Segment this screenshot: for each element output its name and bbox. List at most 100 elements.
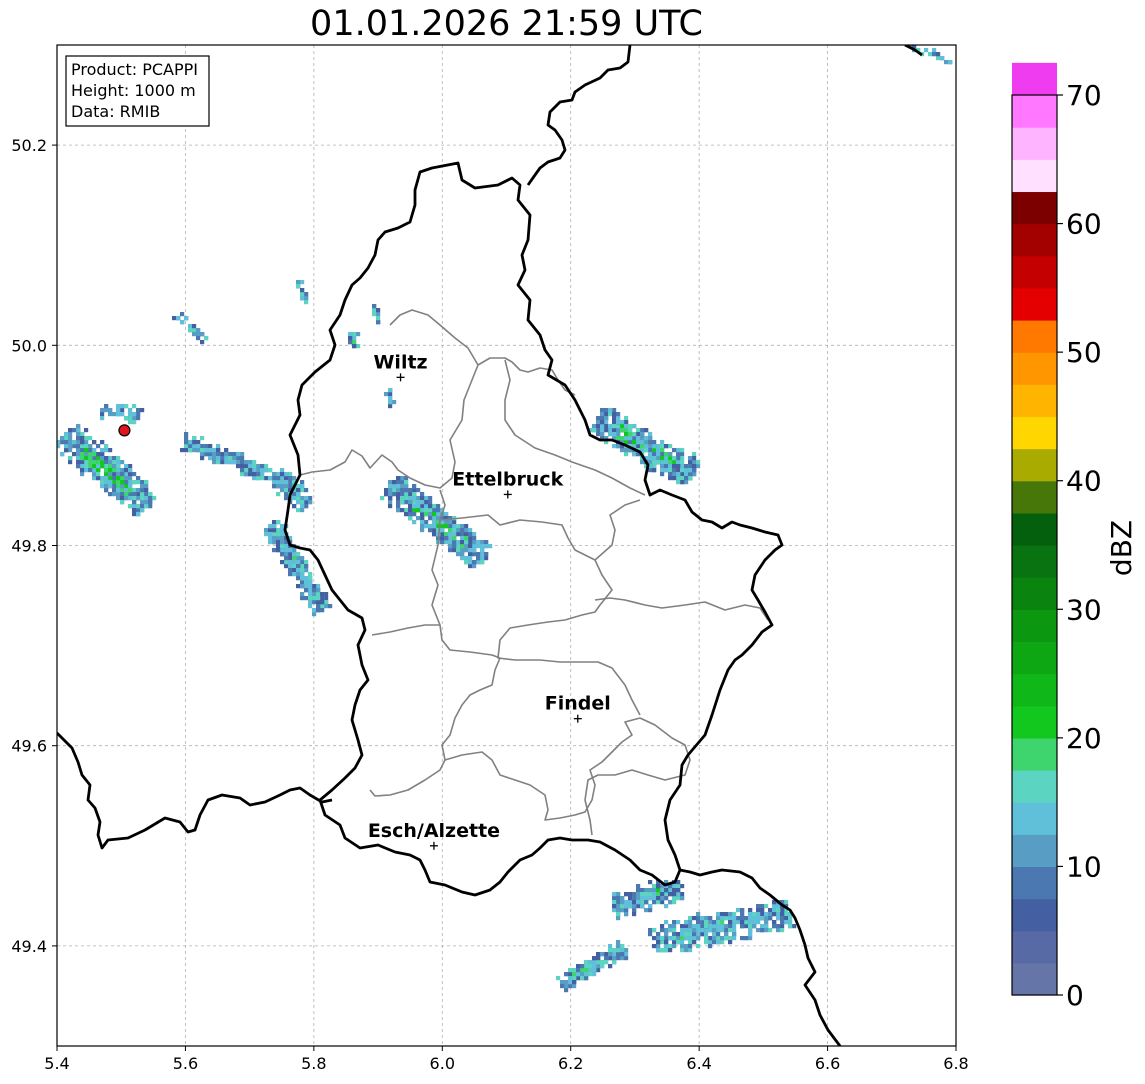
echo-pixel bbox=[316, 600, 321, 605]
echo-pixel bbox=[124, 468, 129, 473]
echo-pixel bbox=[664, 888, 669, 893]
echo-pixel bbox=[688, 940, 693, 945]
echo-pixel bbox=[408, 516, 413, 521]
echo-pixel bbox=[144, 488, 149, 493]
echo-pixel bbox=[112, 464, 117, 469]
echo-pixel bbox=[52, 444, 56, 448]
echo-pixel bbox=[464, 536, 469, 541]
echo-pixel bbox=[560, 984, 565, 989]
echo-pixel bbox=[416, 496, 421, 501]
echo-pixel bbox=[688, 476, 693, 481]
echo-pixel bbox=[388, 400, 393, 405]
echo-pixel bbox=[656, 900, 661, 905]
echo-pixel bbox=[468, 544, 473, 549]
echo-pixel bbox=[256, 464, 261, 469]
echo-pixel bbox=[672, 936, 677, 941]
echo-pixel bbox=[480, 548, 485, 553]
echo-pixel bbox=[300, 508, 305, 513]
echo-pixel bbox=[608, 412, 613, 417]
echo-pixel bbox=[484, 540, 489, 545]
echo-pixel bbox=[780, 928, 785, 933]
echo-pixel bbox=[436, 508, 441, 513]
echo-pixel bbox=[184, 440, 189, 445]
echo-pixel bbox=[412, 500, 417, 505]
echo-pixel bbox=[472, 548, 477, 553]
echo-pixel bbox=[404, 480, 409, 485]
echo-pixel bbox=[460, 548, 465, 553]
echo-pixel bbox=[100, 480, 105, 485]
echo-pixel bbox=[700, 924, 705, 929]
echo-pixel bbox=[128, 412, 133, 417]
echo-pixel bbox=[628, 436, 633, 441]
echo-pixel bbox=[296, 564, 301, 569]
echo-pixel bbox=[460, 556, 465, 561]
echo-pixel bbox=[376, 316, 381, 321]
echo-pixel bbox=[128, 480, 133, 485]
city-label: Wiltz bbox=[373, 351, 427, 373]
echo-pixel bbox=[392, 480, 397, 485]
echo-pixel bbox=[680, 940, 685, 945]
echo-pixel bbox=[284, 492, 289, 497]
echo-pixel bbox=[416, 500, 421, 505]
echo-pixel bbox=[196, 440, 201, 445]
colorbar-swatch bbox=[1012, 159, 1057, 193]
colorbar-tick-label: 0 bbox=[1066, 979, 1084, 1012]
echo-pixel bbox=[208, 444, 213, 449]
echo-pixel bbox=[764, 924, 769, 929]
echo-pixel bbox=[572, 972, 577, 977]
echo-pixel bbox=[456, 552, 461, 557]
echo-pixel bbox=[632, 436, 637, 441]
echo-pixel bbox=[676, 468, 681, 473]
echo-pixel bbox=[672, 892, 677, 897]
echo-pixel bbox=[64, 432, 69, 437]
echo-pixel bbox=[392, 488, 397, 493]
echo-pixel bbox=[124, 472, 129, 477]
echo-pixel bbox=[272, 476, 277, 481]
echo-pixel bbox=[636, 436, 641, 441]
echo-pixel bbox=[180, 448, 185, 453]
echo-pixel bbox=[100, 408, 105, 413]
echo-pixel bbox=[316, 608, 321, 613]
echo-pixel bbox=[648, 892, 653, 897]
echo-pixel bbox=[80, 432, 85, 437]
echo-pixel bbox=[672, 476, 677, 481]
echo-pixel bbox=[640, 892, 645, 897]
echo-pixel bbox=[412, 492, 417, 497]
echo-pixel bbox=[624, 424, 629, 429]
echo-pixel bbox=[688, 464, 693, 469]
echo-pixel bbox=[628, 424, 633, 429]
echo-pixel bbox=[572, 980, 577, 985]
echo-pixel bbox=[632, 900, 637, 905]
echo-pixel bbox=[660, 448, 665, 453]
echo-pixel bbox=[716, 912, 721, 917]
echo-pixel bbox=[652, 444, 657, 449]
echo-pixel bbox=[604, 420, 609, 425]
echo-pixel bbox=[100, 416, 105, 421]
echo-pixel bbox=[416, 504, 421, 509]
echo-pixel bbox=[676, 480, 681, 485]
echo-pixel bbox=[408, 492, 413, 497]
echo-pixel bbox=[616, 956, 621, 961]
echo-pixel bbox=[684, 944, 689, 949]
echo-pixel bbox=[268, 536, 273, 541]
echo-pixel bbox=[100, 452, 105, 457]
echo-pixel bbox=[564, 984, 569, 989]
echo-pixel bbox=[760, 924, 765, 929]
echo-pixel bbox=[572, 984, 577, 989]
echo-pixel bbox=[112, 468, 117, 473]
echo-pixel bbox=[652, 884, 657, 889]
echo-pixel bbox=[280, 488, 285, 493]
echo-pixel bbox=[660, 892, 665, 897]
echo-pixel bbox=[616, 896, 621, 901]
echo-pixel bbox=[472, 540, 477, 545]
echo-pixel bbox=[116, 492, 121, 497]
echo-pixel bbox=[452, 536, 457, 541]
echo-pixel bbox=[660, 452, 665, 457]
info-product: Product: PCAPPI bbox=[71, 60, 198, 79]
echo-pixel bbox=[312, 596, 317, 601]
echo-pixel bbox=[680, 456, 685, 461]
echo-pixel bbox=[648, 896, 653, 901]
echo-pixel bbox=[680, 928, 685, 933]
echo-pixel bbox=[468, 560, 473, 565]
echo-pixel bbox=[128, 420, 133, 425]
